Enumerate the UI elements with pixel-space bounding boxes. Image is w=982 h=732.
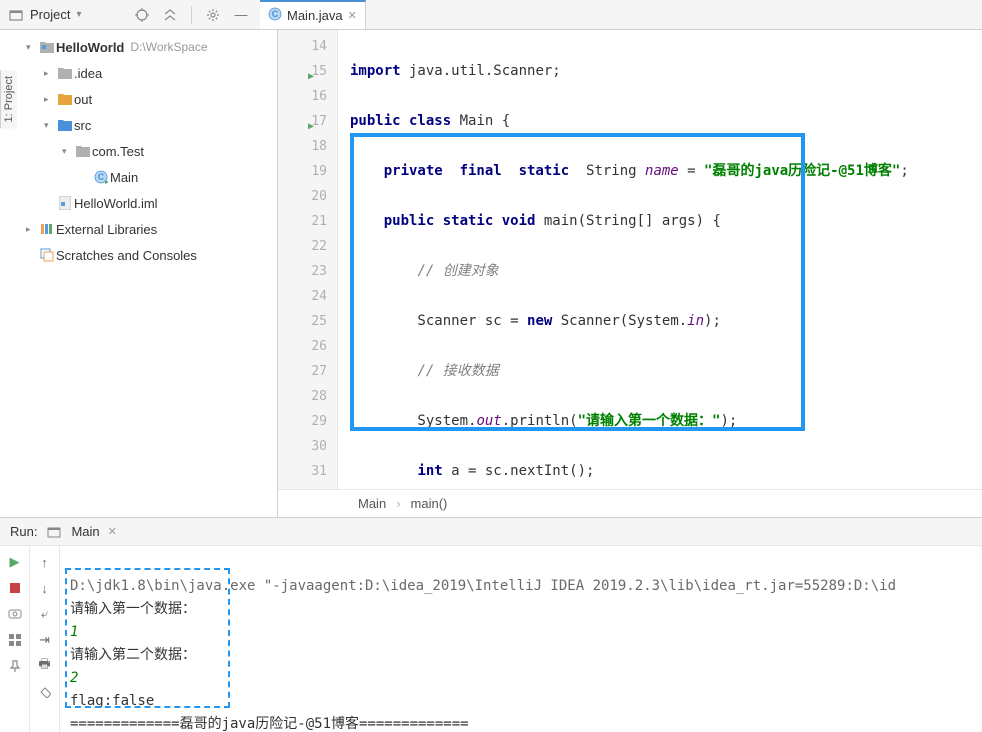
layout-icon[interactable] (5, 630, 25, 650)
locate-icon[interactable] (131, 4, 153, 26)
tree-package[interactable]: ▾ com.Test (18, 138, 277, 164)
svg-text:C: C (272, 9, 279, 19)
svg-text:C: C (98, 172, 105, 182)
collapse-icon[interactable] (159, 4, 181, 26)
close-icon[interactable]: ✕ (348, 9, 357, 22)
editor-tabs: C Main.java ✕ (260, 0, 366, 29)
print-icon[interactable]: 🖶 (35, 656, 55, 676)
library-icon (38, 222, 56, 236)
editor-breadcrumb: Main › main() (278, 489, 982, 517)
tree-scratches[interactable]: Scratches and Consoles (18, 242, 277, 268)
tree-iml[interactable]: HelloWorld.iml (18, 190, 277, 216)
run-toolbar-left2: ↑ ↓ ⤶ ⇥ 🖶 (30, 546, 60, 732)
project-tree-panel: ▾ HelloWorld D:\WorkSpace ▸ .idea ▸ out … (18, 30, 278, 517)
clear-icon[interactable] (35, 682, 55, 702)
tab-main-java[interactable]: C Main.java ✕ (260, 0, 366, 29)
tree-out-folder[interactable]: ▸ out (18, 86, 277, 112)
tree-main-class[interactable]: C Main (18, 164, 277, 190)
editor-panel: 14 15▶ 16 17▶ 18 19 20 21 22 23 24 25 26… (278, 30, 982, 517)
project-icon (8, 7, 24, 23)
project-path: D:\WorkSpace (130, 40, 207, 54)
scratches-icon (38, 248, 56, 262)
tree-src-folder[interactable]: ▾ src (18, 112, 277, 138)
main-toolbar: Project ▾ — C Main.java ✕ (0, 0, 982, 30)
tab-label: Main.java (287, 8, 343, 23)
project-name: HelloWorld (56, 40, 124, 55)
chevron-right-icon: › (396, 496, 400, 511)
vertical-tab-project[interactable]: 1: Project (0, 70, 17, 128)
tree-root[interactable]: ▾ HelloWorld D:\WorkSpace (18, 34, 277, 60)
up-icon[interactable]: ↑ (35, 552, 55, 572)
java-class-icon: C (268, 7, 282, 24)
scroll-end-icon[interactable]: ⇥ (35, 630, 55, 650)
console-command: D:\jdk1.8\bin\java.exe "-javaagent:D:\id… (70, 578, 896, 594)
hide-icon[interactable]: — (230, 4, 252, 26)
down-icon[interactable]: ↓ (35, 578, 55, 598)
dropdown-icon[interactable]: ▾ (76, 9, 81, 20)
soft-wrap-icon[interactable]: ⤶ (35, 604, 55, 624)
console-input: 1 (70, 624, 78, 640)
console-output[interactable]: D:\jdk1.8\bin\java.exe "-javaagent:D:\id… (60, 546, 982, 732)
tree-idea-folder[interactable]: ▸ .idea (18, 60, 277, 86)
code-editor[interactable]: import java.util.Scanner; public class M… (338, 30, 982, 489)
gear-icon[interactable] (202, 4, 224, 26)
close-icon[interactable]: ✕ (108, 525, 117, 538)
run-label: Run: (10, 524, 37, 539)
console-line: flag:false (70, 693, 154, 709)
project-panel-title: Project (30, 7, 70, 22)
run-config-name[interactable]: Main (71, 524, 99, 539)
run-panel: Run: Main ✕ ▶ ↑ ↓ ⤶ ⇥ 🖶 D: (0, 517, 982, 732)
console-line: 请输入第一个数据： (70, 601, 196, 617)
breadcrumb-class[interactable]: Main (358, 496, 386, 511)
run-config-icon (45, 525, 63, 539)
breadcrumb-method[interactable]: main() (411, 496, 448, 511)
dump-icon[interactable] (5, 604, 25, 624)
console-line: 请输入第二个数据： (70, 647, 196, 663)
console-input: 2 (70, 670, 78, 686)
rerun-icon[interactable]: ▶ (5, 552, 25, 572)
pin-icon[interactable] (5, 656, 25, 676)
console-line: =============磊哥的java历险记-@51博客===========… (70, 716, 469, 732)
run-toolbar-left: ▶ (0, 546, 30, 732)
tree-external-libs[interactable]: ▸ External Libraries (18, 216, 277, 242)
line-gutter: 14 15▶ 16 17▶ 18 19 20 21 22 23 24 25 26… (278, 30, 338, 489)
stop-icon[interactable] (5, 578, 25, 598)
